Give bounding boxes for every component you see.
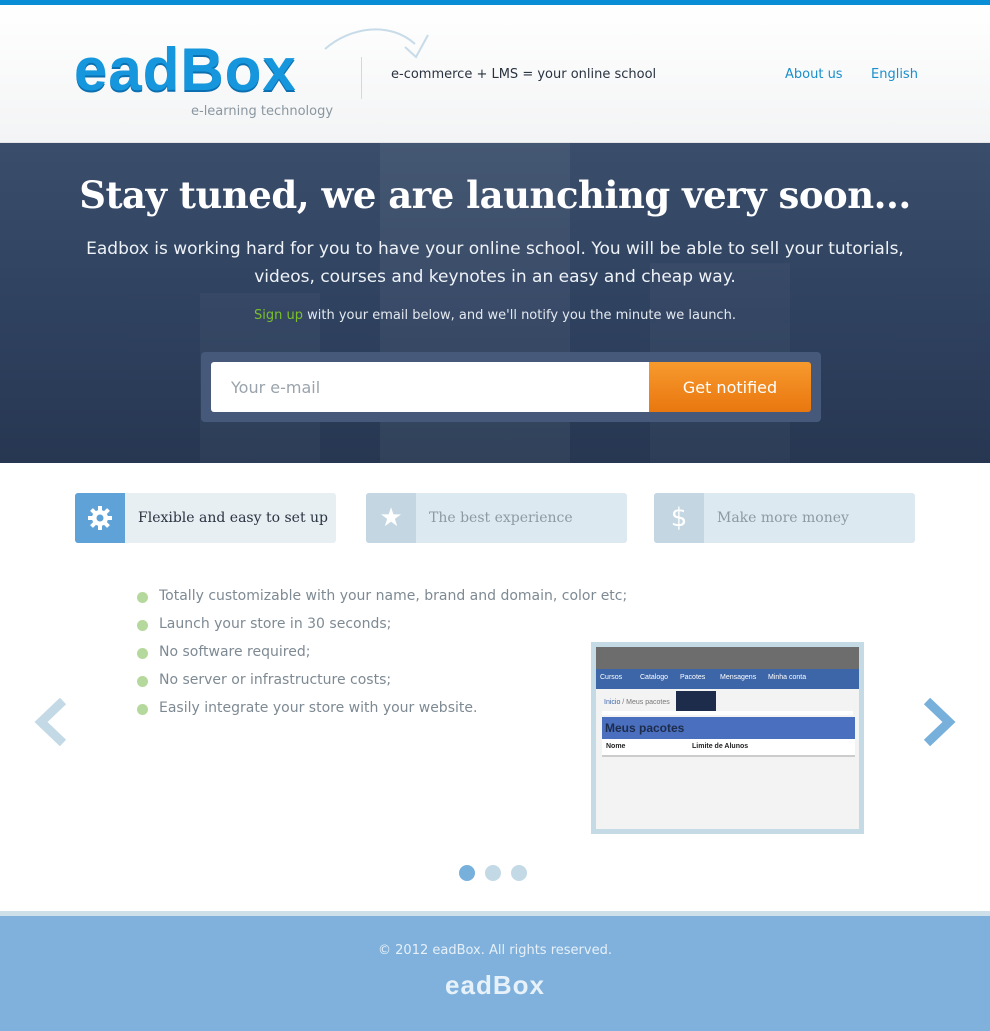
list-item: No software required; (137, 644, 627, 672)
star-icon: ★ (366, 493, 416, 543)
gear-icon (75, 493, 125, 543)
signup-link[interactable]: Sign up (254, 308, 303, 323)
footer-logo[interactable]: eadBox (0, 970, 990, 1001)
site-footer: © 2012 eadBox. All rights reserved. eadB… (0, 916, 990, 1031)
curved-arrow-icon (324, 28, 429, 59)
carousel-dot-1[interactable] (459, 865, 475, 881)
site-header: eadBox e-learning technology e-commerce … (0, 5, 990, 143)
hero-description: Eadbox is working hard for you to have y… (86, 239, 904, 287)
carousel-prev-arrow-icon[interactable] (33, 697, 69, 747)
screenshot-heading: Meus pacotes (602, 717, 855, 739)
header-divider (361, 57, 362, 99)
brand-logo[interactable]: eadBox (74, 35, 297, 105)
screenshot-breadcrumb: Inicio / Meus pacotes (604, 699, 670, 706)
signup-note-text: with your email below, and we'll notify … (303, 308, 736, 323)
copyright-text: © 2012 eadBox. All rights reserved. (378, 943, 612, 958)
screenshot-breadcrumb-home: Inicio (604, 699, 621, 706)
tab-label: Make more money (717, 510, 849, 526)
screenshot-topbar (596, 647, 859, 669)
hero-section: Stay tuned, we are launching very soon..… (0, 143, 990, 463)
screenshot-nav-item: Cursos (600, 674, 623, 681)
tab-experience[interactable]: ★ The best experience (366, 493, 627, 543)
screenshot-breadcrumb-current: / Meus pacotes (620, 699, 670, 706)
screenshot-nav-item: Catalogo (640, 674, 669, 681)
feature-list: Totally customizable with your name, bra… (137, 588, 627, 728)
product-screenshot: Cursos Catalogo Pacotes Mensagens Minha … (591, 642, 864, 834)
screenshot-nav: Cursos Catalogo Pacotes Mensagens Minha … (596, 669, 859, 711)
list-item: No server or infrastructure costs; (137, 672, 627, 700)
screenshot-divider (602, 711, 853, 715)
tagline: e-commerce + LMS = your online school (391, 67, 657, 82)
email-input[interactable] (211, 362, 651, 412)
screenshot-active-tab (676, 691, 716, 711)
screenshot-column: Limite de Alunos (692, 743, 749, 750)
screenshot-nav-item: Mensagens (720, 674, 757, 681)
dollar-icon: $ (654, 493, 704, 543)
carousel-dot-3[interactable] (511, 865, 527, 881)
tab-label: The best experience (429, 510, 573, 526)
list-item: Launch your store in 30 seconds; (137, 616, 627, 644)
nav-about-link[interactable]: About us (785, 67, 843, 82)
logo-subtitle: e-learning technology (191, 104, 334, 119)
list-item: Totally customizable with your name, bra… (137, 588, 627, 616)
screenshot-nav-item: Pacotes (680, 674, 706, 681)
get-notified-button[interactable]: Get notified (649, 362, 811, 412)
screenshot-column: Nome (606, 743, 626, 750)
carousel-dot-2[interactable] (485, 865, 501, 881)
list-item: Easily integrate your store with your we… (137, 700, 627, 728)
hero-title: Stay tuned, we are launching very soon..… (79, 173, 911, 217)
tab-money[interactable]: $ Make more money (654, 493, 915, 543)
carousel-next-arrow-icon[interactable] (921, 697, 957, 747)
screenshot-nav-item: Minha conta (768, 674, 807, 681)
tab-label: Flexible and easy to set up (138, 510, 329, 526)
language-selector[interactable]: English (871, 67, 918, 82)
notify-form: Get notified (201, 352, 821, 422)
signup-note: Sign up with your email below, and we'll… (0, 308, 990, 323)
screenshot-table-header: Nome Limite de Alunos (602, 739, 855, 757)
tab-flexible[interactable]: Flexible and easy to set up (75, 493, 336, 543)
